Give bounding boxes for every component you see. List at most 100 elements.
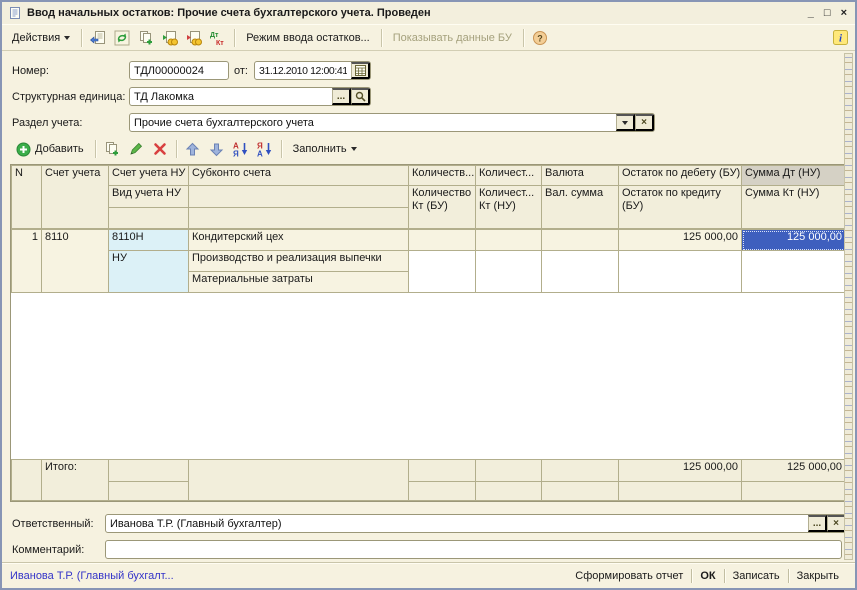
header-qty-kt-nu[interactable]: Количест... Кт (НУ) (476, 186, 542, 229)
save-button[interactable]: Записать (725, 567, 788, 585)
sort-descending-button[interactable]: Я А (254, 138, 276, 160)
header-account-nu[interactable]: Счет учета НУ (109, 166, 189, 186)
cell-qty-dt-bu[interactable] (409, 230, 476, 251)
header-subconto-2[interactable] (189, 186, 409, 208)
cell-subconto-3[interactable]: Материальные затраты (189, 272, 409, 293)
responsible-input[interactable] (106, 515, 808, 532)
cell-n[interactable]: 1 (12, 230, 42, 293)
grid-totals: Итого: 125 000,00 125 000,00 (11, 459, 846, 501)
balances-grid: N Счет учета Счет учета НУ Субконто счет… (10, 164, 847, 502)
add-row-button[interactable]: Добавить (10, 139, 90, 160)
header-qty-dt-nu[interactable]: Количест... (476, 166, 542, 186)
form-scrollbar[interactable] (844, 53, 853, 560)
cell-credit-balance[interactable] (619, 251, 742, 293)
unit-search-button[interactable] (351, 88, 370, 105)
help-button[interactable]: ? (529, 27, 551, 49)
header-qty-dt-bu[interactable]: Количеств... (409, 166, 476, 186)
cell-qty-dt-nu[interactable] (476, 230, 542, 251)
copy-document-button[interactable] (135, 27, 157, 49)
header-credit-balance[interactable]: Остаток по кредиту (БУ) (619, 186, 742, 229)
unit-select-button[interactable]: ... (332, 88, 351, 105)
header-kind-nu-2[interactable] (109, 208, 189, 229)
cell-account-nu[interactable]: 8110Н (109, 230, 189, 251)
structural-unit-input[interactable] (130, 88, 332, 105)
header-subconto[interactable]: Субконто счета (189, 166, 409, 186)
account-section-input[interactable] (130, 114, 616, 131)
cell-sum-dt-nu-selected[interactable]: 125 000,00 (742, 230, 846, 251)
number-label: Номер: (12, 65, 49, 77)
cell-subconto-2[interactable]: Производство и реализация выпечки (189, 251, 409, 272)
header-kind-nu[interactable]: Вид учета НУ (109, 186, 189, 208)
ok-button[interactable]: ОК (692, 567, 723, 585)
close-button[interactable]: × (841, 8, 847, 18)
reread-icon (90, 30, 106, 46)
fill-label: Заполнить (293, 143, 347, 155)
unpost-document-icon (186, 30, 202, 46)
copy-row-button[interactable] (101, 138, 123, 160)
cell-currency-sum[interactable] (542, 251, 619, 293)
reread-button[interactable] (87, 27, 109, 49)
comment-input[interactable] (106, 541, 841, 558)
refresh-button[interactable] (111, 27, 133, 49)
show-bu-data-button[interactable]: Показывать данные БУ (387, 29, 518, 47)
header-currency[interactable]: Валюта (542, 166, 619, 186)
delete-icon (153, 142, 167, 156)
sort-ascending-button[interactable]: А Я (230, 138, 252, 160)
toolbar-separator (281, 140, 282, 158)
cell-debit-balance[interactable]: 125 000,00 (619, 230, 742, 251)
post-document-button[interactable] (159, 27, 181, 49)
cell-qty-kt-bu[interactable] (409, 251, 476, 293)
header-sum-kt-nu[interactable]: Сумма Кт (НУ) (742, 186, 846, 229)
move-down-icon (209, 142, 224, 157)
add-row-label: Добавить (35, 143, 84, 155)
actions-button[interactable]: Действия (6, 29, 76, 47)
show-bu-label: Показывать данные БУ (393, 32, 512, 44)
cell-currency[interactable] (542, 230, 619, 251)
dt-kt-button[interactable]: Дт Кт (207, 27, 229, 49)
structural-unit-field-group: ... (129, 87, 371, 106)
header-n[interactable]: N (12, 166, 42, 229)
calendar-button[interactable] (351, 62, 370, 79)
cell-kind-nu[interactable]: НУ (109, 251, 189, 293)
number-input[interactable] (130, 62, 228, 79)
comment-field-group (105, 540, 842, 559)
header-subconto-3[interactable] (189, 208, 409, 229)
structural-unit-label: Структурная единица: (12, 91, 125, 103)
balance-entry-mode-button[interactable]: Режим ввода остатков... (240, 29, 376, 47)
totals-qty2 (476, 460, 542, 482)
move-down-button[interactable] (206, 138, 228, 160)
minimize-button[interactable]: _ (808, 8, 814, 18)
responsible-select-button[interactable]: ... (808, 515, 827, 532)
unpost-document-button[interactable] (183, 27, 205, 49)
move-up-button[interactable] (182, 138, 204, 160)
generate-report-button[interactable]: Сформировать отчет (567, 567, 691, 585)
cell-account[interactable]: 8110 (42, 230, 109, 293)
header-debit-balance[interactable]: Остаток по дебету (БУ) (619, 166, 742, 186)
section-clear-button[interactable]: × (635, 114, 654, 131)
info-button[interactable]: i (829, 27, 851, 49)
header-sum-dt-nu[interactable]: Сумма Дт (НУ) (742, 166, 846, 186)
cell-sum-kt-nu[interactable] (742, 251, 846, 293)
table-row: НУ Производство и реализация выпечки (12, 251, 846, 272)
totals-account-nu (109, 460, 189, 482)
title-bar: Ввод начальных остатков: Прочие счета бу… (2, 2, 855, 24)
totals-currency (542, 460, 619, 482)
document-window: Ввод начальных остатков: Прочие счета бу… (0, 0, 857, 590)
header-account[interactable]: Счет учета (42, 166, 109, 229)
grid-toolbar: Добавить (10, 137, 363, 161)
close-form-button[interactable]: Закрыть (789, 567, 847, 585)
header-qty-kt-bu[interactable]: Количество Кт (БУ) (409, 186, 476, 229)
delete-row-button[interactable] (149, 138, 171, 160)
section-dropdown-button[interactable] (616, 114, 635, 131)
totals-subconto (189, 460, 409, 501)
copy-icon (104, 141, 120, 157)
cell-subconto-1[interactable]: Кондитерский цех (189, 230, 409, 251)
maximize-button[interactable]: □ (824, 8, 831, 18)
cell-qty-kt-nu[interactable] (476, 251, 542, 293)
grid-empty-area (11, 293, 846, 459)
date-input[interactable] (255, 62, 351, 79)
totals-n (12, 460, 42, 501)
header-currency-sum[interactable]: Вал. сумма (542, 186, 619, 229)
edit-row-button[interactable] (125, 138, 147, 160)
fill-button[interactable]: Заполнить (287, 140, 363, 158)
